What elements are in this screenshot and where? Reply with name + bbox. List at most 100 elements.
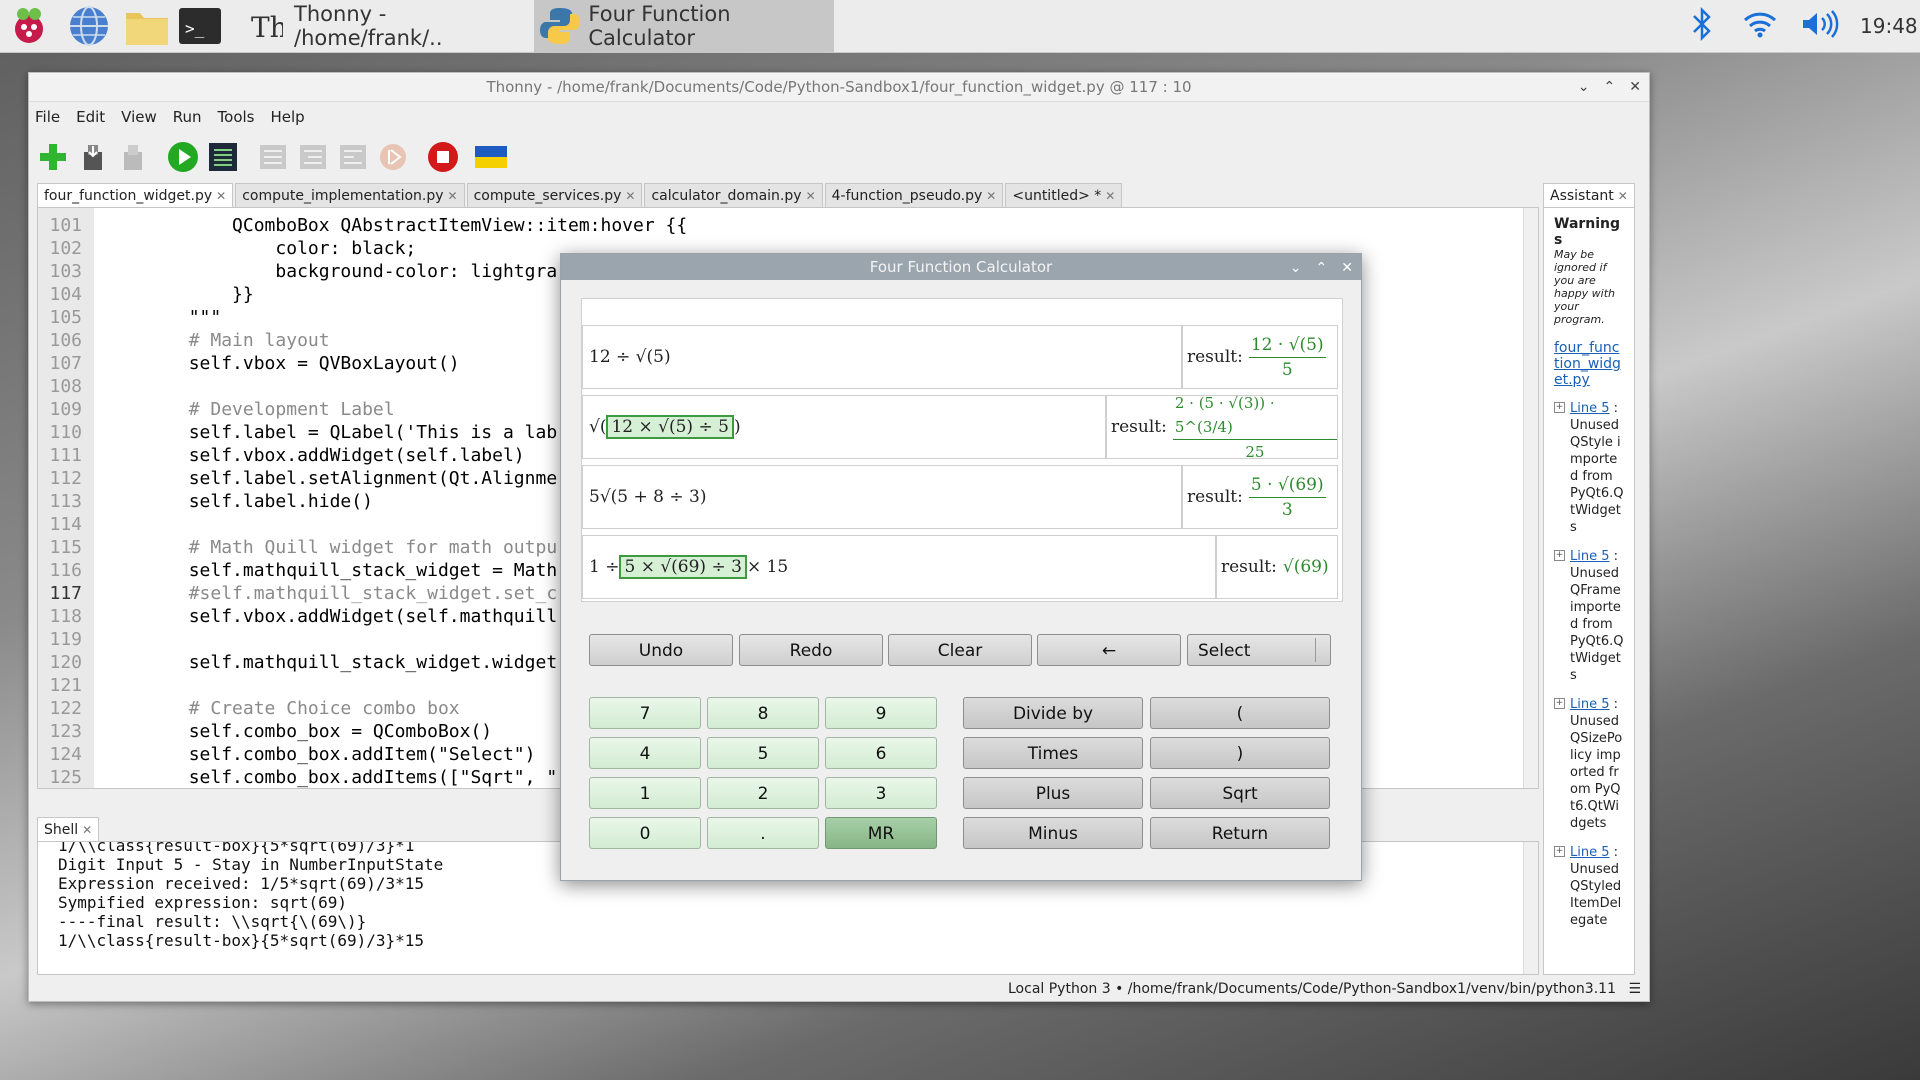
code-line[interactable]: self.mathquill_stack_widget.widget	[102, 651, 557, 674]
tab-compute-implementation[interactable]: compute_implementation.py ✕	[235, 183, 465, 208]
new-file-icon[interactable]	[37, 141, 69, 173]
tab-untitled[interactable]: <untitled> * ✕	[1005, 183, 1123, 208]
divide-by-button[interactable]: Divide by	[963, 697, 1143, 729]
close-tab-icon[interactable]: ✕	[1105, 184, 1115, 208]
code-line[interactable]: self.vbox.addWidget(self.mathquill	[102, 605, 557, 628]
expand-icon[interactable]: +	[1554, 402, 1565, 413]
wifi-icon[interactable]	[1742, 9, 1778, 43]
close-tab-icon[interactable]: ✕	[806, 184, 816, 208]
maximize-icon[interactable]: ⌃	[1316, 255, 1328, 281]
run-icon[interactable]	[167, 141, 199, 173]
code-line[interactable]: #self.mathquill_stack_widget.set_c	[102, 582, 557, 605]
step-out-icon[interactable]	[337, 141, 369, 173]
warning-line-link[interactable]: Line 5	[1570, 401, 1610, 416]
clock[interactable]: 19:48	[1860, 14, 1918, 38]
digit-2-button[interactable]: 2	[707, 777, 819, 809]
code-line[interactable]: # Development Label	[102, 398, 395, 421]
code-line[interactable]: self.mathquill_stack_widget = Math	[102, 559, 557, 582]
tab-four-function-widget[interactable]: four_function_widget.py ✕	[37, 183, 234, 208]
menu-run[interactable]: Run	[173, 105, 202, 129]
highlighted-subexpression[interactable]: 12 × √(5) ÷ 5	[606, 415, 734, 439]
code-line[interactable]: # Math Quill widget for math outpu	[102, 536, 557, 559]
digit-9-button[interactable]: 9	[825, 697, 937, 729]
menu-edit[interactable]: Edit	[76, 105, 105, 129]
interpreter-status[interactable]: Local Python 3 • /home/frank/Documents/C…	[1008, 981, 1616, 997]
minus-button[interactable]: Minus	[963, 817, 1143, 849]
code-line[interactable]: color: black;	[102, 237, 416, 260]
digit-4-button[interactable]: 4	[589, 737, 701, 769]
undo-button[interactable]: Undo	[589, 634, 733, 666]
digit-7-button[interactable]: 7	[589, 697, 701, 729]
ukraine-flag-icon[interactable]	[475, 141, 507, 173]
close-tab-icon[interactable]: ✕	[986, 184, 996, 208]
expression-row[interactable]: 12 ÷ √(5) result: 12 · √(5) 5	[582, 325, 1342, 389]
terminal-icon[interactable]: >_	[178, 5, 221, 47]
editor-scrollbar[interactable]	[1523, 208, 1538, 788]
assistant-file-link[interactable]: four_function_widget.py	[1554, 340, 1624, 388]
raspberry-menu-icon[interactable]	[8, 5, 50, 47]
code-line[interactable]: # Create Choice combo box	[102, 697, 460, 720]
expand-icon[interactable]: +	[1554, 698, 1565, 709]
close-tab-icon[interactable]: ✕	[448, 184, 458, 208]
times-button[interactable]: Times	[963, 737, 1143, 769]
plus-button[interactable]: Plus	[963, 777, 1143, 809]
menu-tools[interactable]: Tools	[218, 105, 255, 129]
tab-assistant[interactable]: Assistant ✕	[1543, 183, 1635, 208]
tab-compute-services[interactable]: compute_services.py ✕	[466, 183, 643, 208]
expression-input[interactable]: 1 ÷ 5 × √(69) ÷ 3 × 15	[582, 535, 1216, 599]
code-line[interactable]: self.vbox.addWidget(self.label)	[102, 444, 525, 467]
menu-view[interactable]: View	[121, 105, 157, 129]
expand-icon[interactable]: +	[1554, 550, 1565, 561]
hamburger-menu-icon[interactable]: ☰	[1628, 981, 1641, 997]
digit-1-button[interactable]: 1	[589, 777, 701, 809]
expression-row[interactable]: 5√(5 + 8 ÷ 3) result: 5 · √(69) 3	[582, 465, 1342, 529]
menu-help[interactable]: Help	[271, 105, 305, 129]
resume-icon[interactable]	[377, 141, 409, 173]
tab-calculator-domain[interactable]: calculator_domain.py ✕	[644, 183, 823, 208]
code-line[interactable]: self.label.setAlignment(Qt.Alignme	[102, 467, 557, 490]
close-tab-icon[interactable]: ✕	[82, 818, 92, 842]
code-line[interactable]: self.combo_box.addItems(["Sqrt", "	[102, 766, 557, 788]
minimize-icon[interactable]: ⌄	[1290, 255, 1302, 281]
bluetooth-icon[interactable]	[1690, 6, 1714, 45]
stop-icon[interactable]	[427, 141, 459, 173]
menu-file[interactable]: File	[35, 105, 60, 129]
highlighted-subexpression[interactable]: 5 × √(69) ÷ 3	[619, 555, 747, 579]
calculator-titlebar[interactable]: Four Function Calculator ⌄ ⌃ ✕	[561, 254, 1361, 280]
code-line[interactable]: }}	[102, 283, 254, 306]
digit-6-button[interactable]: 6	[825, 737, 937, 769]
code-line[interactable]: """	[102, 306, 222, 329]
thonny-titlebar[interactable]: Thonny - /home/frank/Documents/Code/Pyth…	[29, 73, 1649, 102]
maximize-icon[interactable]: ⌃	[1604, 73, 1616, 101]
expression-row[interactable]: 1 ÷ 5 × √(69) ÷ 3 × 15 result: √(69)	[582, 535, 1342, 599]
tab-4-function-pseudo[interactable]: 4-function_pseudo.py ✕	[824, 183, 1004, 208]
clear-button[interactable]: Clear	[888, 634, 1032, 666]
expression-stack[interactable]: 12 ÷ √(5) result: 12 · √(5) 5 √( 12 × √(5…	[581, 298, 1343, 602]
close-tab-icon[interactable]: ✕	[1618, 184, 1628, 208]
code-line[interactable]: self.label = QLabel('This is a lab	[102, 421, 557, 444]
close-paren-button[interactable]: )	[1150, 737, 1330, 769]
digit-0-button[interactable]: 0	[589, 817, 701, 849]
sqrt-button[interactable]: Sqrt	[1150, 777, 1330, 809]
close-tab-icon[interactable]: ✕	[216, 184, 226, 208]
code-line[interactable]: self.combo_box.addItem("Select")	[102, 743, 536, 766]
close-icon[interactable]: ✕	[1629, 73, 1641, 101]
shell-scrollbar[interactable]	[1523, 842, 1538, 974]
code-line[interactable]: QComboBox QAbstractItemView::item:hover …	[102, 214, 687, 237]
step-into-icon[interactable]	[297, 141, 329, 173]
minimize-icon[interactable]: ⌄	[1578, 73, 1590, 101]
expression-row[interactable]: √( 12 × √(5) ÷ 5 ) result: 2 · (5 · √(3)…	[582, 394, 1342, 461]
file-manager-folder-icon[interactable]	[124, 5, 168, 47]
close-icon[interactable]: ✕	[1341, 255, 1353, 281]
return-button[interactable]: Return	[1150, 817, 1330, 849]
debug-icon[interactable]	[207, 141, 239, 173]
code-line[interactable]: self.combo_box = QComboBox()	[102, 720, 492, 743]
select-combobox[interactable]: Select	[1187, 634, 1331, 666]
volume-icon[interactable]	[1800, 9, 1840, 43]
code-line[interactable]: self.label.hide()	[102, 490, 373, 513]
memory-recall-button[interactable]: MR	[825, 817, 937, 849]
code-line[interactable]: # Main layout	[102, 329, 330, 352]
expression-input[interactable]: 5√(5 + 8 ÷ 3)	[582, 465, 1182, 529]
digit-5-button[interactable]: 5	[707, 737, 819, 769]
warning-line-link[interactable]: Line 5	[1570, 697, 1610, 712]
